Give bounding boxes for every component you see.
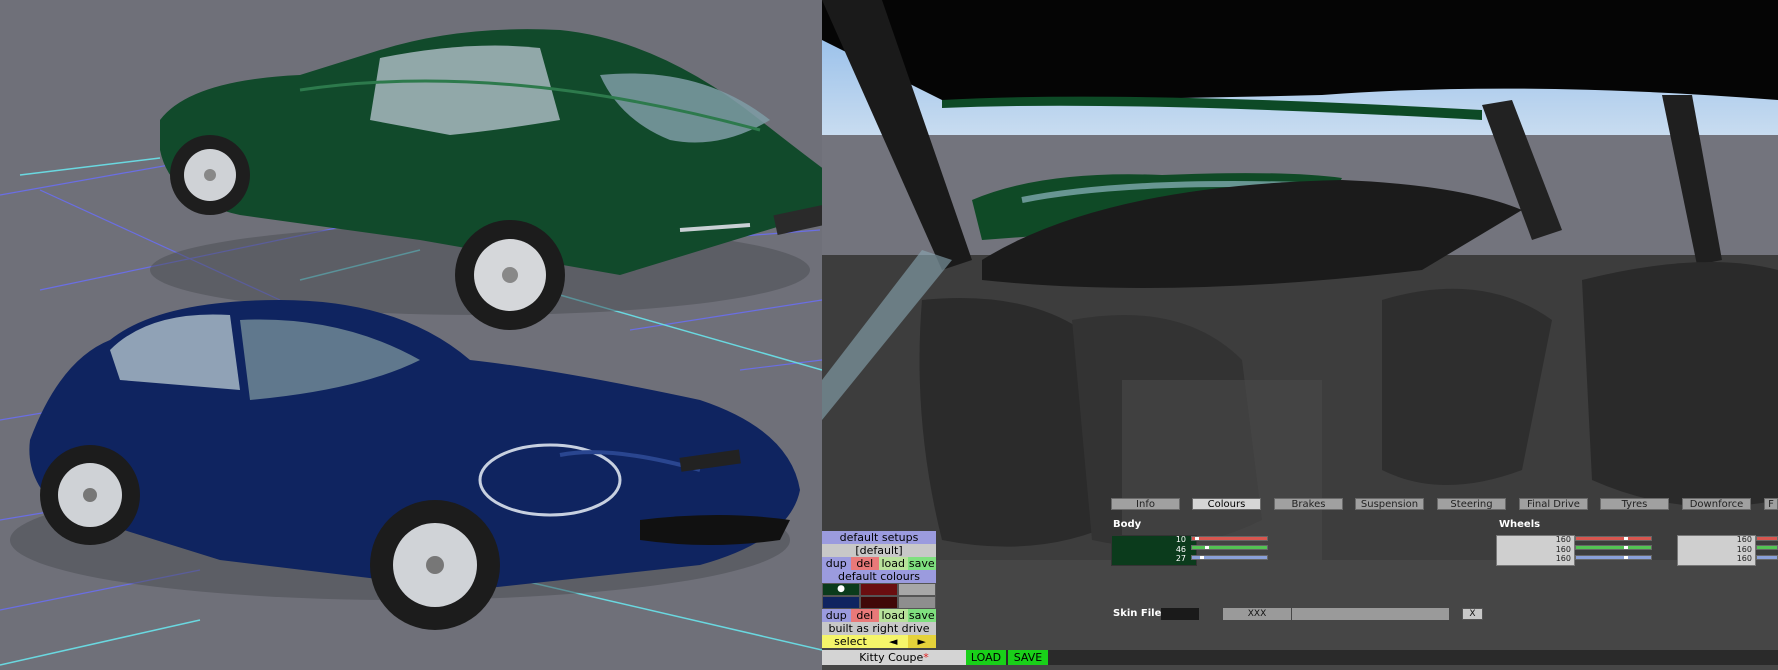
colour-2-blue-value[interactable]: 160 <box>1712 554 1752 563</box>
setups-panel: default setups [default] dup del load sa… <box>822 531 936 648</box>
bottom-bar: Kitty Coupe* LOAD SAVE <box>822 650 1778 665</box>
swatch-dark-red[interactable] <box>860 596 898 609</box>
exterior-viewport[interactable] <box>0 0 822 670</box>
wheels-green-value[interactable]: 160 <box>1531 545 1571 554</box>
body-green-slider[interactable] <box>1191 545 1268 550</box>
body-blue-value[interactable]: 27 <box>1146 554 1186 563</box>
del-colour-button[interactable]: del <box>850 609 879 622</box>
slider-knob[interactable] <box>1624 537 1628 540</box>
green-car <box>150 29 822 330</box>
save-colour-button[interactable]: save <box>907 609 936 622</box>
swatch-grey[interactable] <box>898 583 936 596</box>
tab-colours[interactable]: Colours <box>1192 498 1261 510</box>
interior-viewport[interactable] <box>822 0 1778 670</box>
load-setup-button[interactable]: load <box>879 557 908 570</box>
dup-colour-button[interactable]: dup <box>822 609 851 622</box>
select-button[interactable]: select <box>822 635 879 648</box>
wheels-blue-slider[interactable] <box>1575 555 1652 560</box>
wheels-red-value[interactable]: 160 <box>1531 535 1571 544</box>
slider-knob[interactable] <box>1205 546 1209 549</box>
body-blue-slider[interactable] <box>1191 555 1268 560</box>
exterior-scene <box>0 29 822 666</box>
tab-info[interactable]: Info <box>1111 498 1180 510</box>
colour-buttons: dup del load save <box>822 609 936 622</box>
swatch-dark-grey[interactable] <box>898 596 936 609</box>
setup-buttons: dup del load save <box>822 557 936 570</box>
colour-swatches: ● <box>822 583 936 609</box>
body-red-value[interactable]: 10 <box>1146 535 1186 544</box>
setup-selector[interactable]: [default] <box>822 544 936 557</box>
slider-knob[interactable] <box>1624 556 1628 559</box>
car-name-field[interactable]: Kitty Coupe* <box>822 650 966 665</box>
next-arrow-icon[interactable]: ► <box>907 635 936 648</box>
save-car-button[interactable]: SAVE <box>1008 650 1048 665</box>
load-colour-button[interactable]: load <box>879 609 908 622</box>
car-name-text: Kitty Coupe <box>859 651 924 664</box>
skin-clear-button[interactable]: X <box>1462 608 1483 620</box>
select-row: select ◄ ► <box>822 635 936 648</box>
wheels-blue-value[interactable]: 160 <box>1531 554 1571 563</box>
tab-downforce[interactable]: Downforce <box>1682 498 1751 510</box>
slider-knob[interactable] <box>1195 537 1199 540</box>
wheels-red-slider[interactable] <box>1575 536 1652 541</box>
default-colours-header: default colours <box>822 570 936 583</box>
swatch-red[interactable] <box>860 583 898 596</box>
drive-side-toggle[interactable]: built as right drive <box>822 622 936 635</box>
tab-tyres[interactable]: Tyres <box>1600 498 1669 510</box>
colour-2-red-slider[interactable] <box>1756 536 1778 541</box>
modified-marker: * <box>923 651 929 664</box>
colour-2-blue-slider[interactable] <box>1756 555 1778 560</box>
body-colour-label: Body <box>1113 519 1142 530</box>
wheels-colour-label: Wheels <box>1499 519 1541 530</box>
colour-2-green-slider[interactable] <box>1756 545 1778 550</box>
tab-steering[interactable]: Steering <box>1437 498 1506 510</box>
slider-knob[interactable] <box>1624 546 1628 549</box>
skin-file-input[interactable]: XXX <box>1223 608 1291 620</box>
skin-file-indicator <box>1161 608 1199 620</box>
tab-brakes[interactable]: Brakes <box>1274 498 1343 510</box>
body-green-value[interactable]: 46 <box>1146 545 1186 554</box>
del-setup-button[interactable]: del <box>850 557 879 570</box>
colour-2-green-value[interactable]: 160 <box>1712 545 1752 554</box>
colour-2-red-value[interactable]: 160 <box>1712 535 1752 544</box>
swatch-body-alt[interactable] <box>822 596 860 609</box>
prev-arrow-icon[interactable]: ◄ <box>879 635 908 648</box>
tab-overflow[interactable]: F <box>1764 498 1778 510</box>
load-car-button[interactable]: LOAD <box>966 650 1006 665</box>
body-red-slider[interactable] <box>1191 536 1268 541</box>
slider-knob[interactable] <box>1200 556 1204 559</box>
swatch-body-selected[interactable]: ● <box>822 583 860 596</box>
skin-file-input-extent[interactable] <box>1292 608 1449 620</box>
dup-setup-button[interactable]: dup <box>822 557 851 570</box>
default-setups-header: default setups <box>822 531 936 544</box>
wheels-green-slider[interactable] <box>1575 545 1652 550</box>
interior-scene <box>822 0 1778 670</box>
tab-suspension[interactable]: Suspension <box>1355 498 1424 510</box>
save-setup-button[interactable]: save <box>907 557 936 570</box>
tab-final-drive[interactable]: Final Drive <box>1519 498 1588 510</box>
blue-car <box>10 300 800 630</box>
